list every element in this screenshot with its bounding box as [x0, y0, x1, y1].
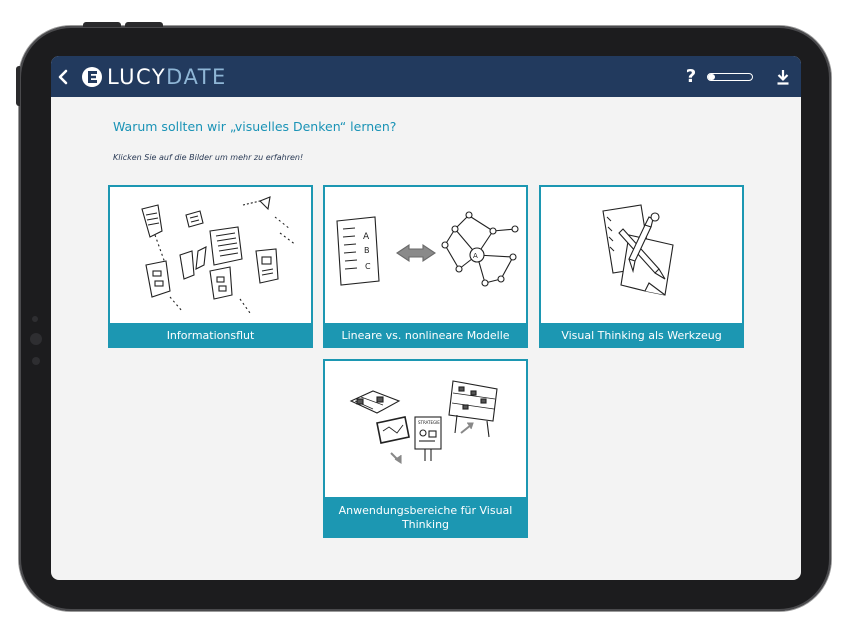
- card-caption: Lineare vs. nonlineare Modelle: [323, 323, 528, 348]
- progress-fill: [708, 73, 715, 80]
- boards-and-notebook-illustration: STRATEGIE: [325, 361, 526, 499]
- download-button[interactable]: [775, 67, 791, 87]
- app-screen: LUCYDATE ? Warum sollten wir „visuelles …: [51, 56, 801, 580]
- back-button[interactable]: [53, 56, 73, 97]
- card-informationsflut[interactable]: Informationsflut: [108, 185, 313, 348]
- sensor-dot: [32, 316, 38, 322]
- download-icon: [777, 69, 789, 85]
- card-caption: Visual Thinking als Werkzeug: [539, 323, 744, 348]
- logo-text: LUCYDATE: [107, 64, 227, 89]
- page-instruction: Klicken Sie auf die Bilder um mehr zu er…: [113, 153, 304, 162]
- top-bar: LUCYDATE ?: [51, 56, 801, 97]
- list-vs-network-illustration: A B C A: [325, 187, 526, 323]
- card-anwendungsbereiche[interactable]: STRATEGIE Anwendungsbereiche für Visual …: [323, 359, 528, 538]
- volume-button: [83, 22, 121, 27]
- card-caption: Informationsflut: [108, 323, 313, 348]
- svg-text:A: A: [363, 232, 370, 242]
- volume-button: [125, 22, 163, 27]
- lucydate-logo-mark-icon: [82, 66, 102, 87]
- page-heading: Warum sollten wir „visuelles Denken“ ler…: [113, 119, 397, 134]
- card-caption: Anwendungsbereiche für Visual Thinking: [323, 497, 528, 538]
- svg-text:STRATEGIE: STRATEGIE: [418, 420, 440, 425]
- card-visual-thinking-werkzeug[interactable]: Visual Thinking als Werkzeug: [539, 185, 744, 348]
- card-lineare-modelle[interactable]: A B C A Lineare vs. nonlineare Modelle: [323, 185, 528, 348]
- svg-text:A: A: [473, 252, 478, 260]
- help-button[interactable]: ?: [681, 66, 701, 87]
- camera-icon: [30, 333, 42, 345]
- pen-and-paper-illustration: [541, 187, 742, 323]
- main-content: Warum sollten wir „visuelles Denken“ ler…: [51, 97, 801, 580]
- svg-text:C: C: [365, 262, 371, 271]
- progress-bar: [707, 72, 753, 81]
- chevron-left-icon: [58, 69, 68, 84]
- scattered-papers-illustration: [110, 187, 311, 323]
- svg-text:B: B: [364, 246, 370, 255]
- app-logo: LUCYDATE: [81, 65, 227, 89]
- side-button: [16, 66, 20, 106]
- sensor-dot: [32, 357, 40, 365]
